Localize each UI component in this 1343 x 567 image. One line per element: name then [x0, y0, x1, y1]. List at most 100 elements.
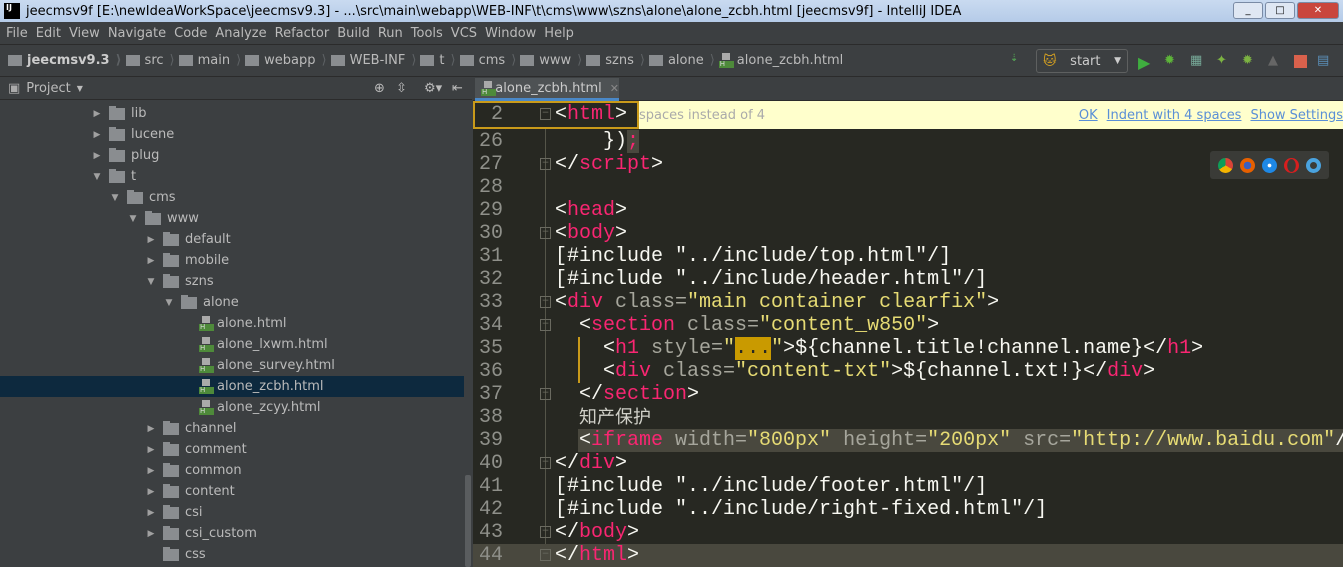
fold-icon[interactable]: −: [540, 158, 551, 170]
profile-icon[interactable]: ▲: [1268, 53, 1284, 69]
breadcrumb-alone[interactable]: alone ⟩: [648, 53, 715, 68]
menu-window[interactable]: Window: [481, 26, 540, 41]
jrebel-debug-icon[interactable]: ✹: [1242, 53, 1258, 69]
chevron-right-icon[interactable]: ▶: [145, 235, 157, 245]
chevron-right-icon[interactable]: ▶: [145, 256, 157, 266]
menu-navigate[interactable]: Navigate: [104, 26, 170, 41]
coverage-icon[interactable]: ▦: [1190, 53, 1206, 69]
close-button[interactable]: ✕: [1297, 2, 1339, 19]
tree-folder-item[interactable]: ▶ channel: [0, 418, 464, 439]
chevron-right-icon[interactable]: ▶: [145, 445, 157, 455]
menu-tools[interactable]: Tools: [407, 26, 447, 41]
tree-folder-item[interactable]: ▼ www: [0, 208, 464, 229]
chevron-right-icon[interactable]: ▶: [91, 130, 103, 140]
tree-file-item[interactable]: alone_zcyy.html: [0, 397, 464, 418]
indent-4-spaces-link[interactable]: Indent with 4 spaces: [1107, 108, 1242, 123]
tree-file-item[interactable]: alone_zcbh.html: [0, 376, 464, 397]
tree-folder-item[interactable]: ▼ t: [0, 166, 464, 187]
tree-folder-item[interactable]: ▶ content: [0, 481, 464, 502]
build-icon[interactable]: ⇣: [1010, 53, 1026, 69]
run-icon[interactable]: ▶: [1138, 53, 1154, 72]
chevron-down-icon[interactable]: ▼: [109, 193, 121, 203]
tree-folder-item[interactable]: ▶ lib: [0, 103, 464, 124]
menu-code[interactable]: Code: [170, 26, 211, 41]
project-panel-title[interactable]: Project: [26, 81, 70, 96]
hide-panel-icon[interactable]: ⇤: [452, 81, 463, 96]
fold-icon[interactable]: −: [540, 526, 551, 538]
firefox-icon[interactable]: [1239, 157, 1255, 173]
breadcrumb-webapp[interactable]: webapp ⟩: [245, 53, 327, 68]
chrome-icon[interactable]: [1217, 157, 1233, 173]
tree-folder-item[interactable]: ▼ szns: [0, 271, 464, 292]
chevron-right-icon[interactable]: ▶: [91, 109, 103, 119]
menu-refactor[interactable]: Refactor: [271, 26, 334, 41]
tree-file-item[interactable]: alone_lxwm.html: [0, 334, 464, 355]
menu-build[interactable]: Build: [333, 26, 374, 41]
fold-icon[interactable]: −: [540, 108, 551, 120]
ie-icon[interactable]: [1306, 157, 1322, 173]
close-tab-icon[interactable]: ✕: [610, 82, 619, 95]
fold-icon[interactable]: −: [540, 457, 551, 469]
chevron-down-icon[interactable]: ▼: [163, 298, 175, 308]
menu-run[interactable]: Run: [374, 26, 407, 41]
chevron-down-icon[interactable]: ▼: [145, 277, 157, 287]
tree-folder-item[interactable]: ▶ common: [0, 460, 464, 481]
tree-folder-item[interactable]: ▼ alone: [0, 292, 464, 313]
gear-icon[interactable]: ⚙▾: [424, 81, 442, 96]
breadcrumb-www[interactable]: www ⟩: [520, 53, 582, 68]
project-tree-scrollbar[interactable]: [464, 101, 472, 567]
chevron-down-icon[interactable]: ▼: [127, 214, 139, 224]
menu-help[interactable]: Help: [540, 26, 578, 41]
tree-folder-item[interactable]: ▶ mobile: [0, 250, 464, 271]
fold-icon[interactable]: −: [540, 227, 551, 239]
stop-icon[interactable]: [1294, 54, 1307, 68]
menu-file[interactable]: File: [2, 26, 32, 41]
debug-icon[interactable]: ✹: [1164, 53, 1180, 69]
chevron-right-icon[interactable]: ▶: [145, 508, 157, 518]
run-config-select[interactable]: 🐱 start ▼: [1036, 49, 1128, 73]
tree-folder-item[interactable]: ▶ lucene: [0, 124, 464, 145]
tree-folder-item[interactable]: ▶ comment: [0, 439, 464, 460]
jrebel-run-icon[interactable]: ✦: [1216, 53, 1232, 69]
chevron-right-icon[interactable]: ▶: [91, 151, 103, 161]
tree-file-item[interactable]: alone_survey.html: [0, 355, 464, 376]
ok-link[interactable]: OK: [1079, 108, 1098, 123]
chevron-right-icon[interactable]: ▶: [145, 487, 157, 497]
code-editor[interactable]: spaces instead of 4 OK Indent with 4 spa…: [473, 101, 1343, 567]
menu-vcs[interactable]: VCS: [447, 26, 481, 41]
fold-icon[interactable]: −: [540, 296, 551, 308]
tree-folder-item[interactable]: ▼ cms: [0, 187, 464, 208]
breadcrumb-src[interactable]: src ⟩: [125, 53, 175, 68]
breadcrumb-t[interactable]: t ⟩: [420, 53, 456, 68]
breadcrumb-alone-zcbh-html[interactable]: alone_zcbh.html: [718, 53, 843, 68]
menu-analyze[interactable]: Analyze: [211, 26, 270, 41]
menu-view[interactable]: View: [65, 26, 104, 41]
tree-folder-item[interactable]: ▶ csi_custom: [0, 523, 464, 544]
tab-alone-zcbh[interactable]: alone_zcbh.html ✕: [475, 78, 619, 101]
breadcrumb-szns[interactable]: szns ⟩: [586, 53, 645, 68]
breadcrumb-main[interactable]: main ⟩: [178, 53, 241, 68]
collapse-all-icon[interactable]: ⇳: [396, 81, 407, 96]
chevron-down-icon[interactable]: ▼: [77, 84, 83, 93]
minimize-button[interactable]: _: [1233, 2, 1263, 19]
safari-icon[interactable]: [1261, 157, 1277, 173]
breadcrumb-web-inf[interactable]: WEB-INF ⟩: [330, 53, 416, 68]
fold-icon[interactable]: −: [540, 319, 551, 331]
show-settings-link[interactable]: Show Settings: [1250, 108, 1343, 123]
chevron-down-icon[interactable]: ▼: [91, 172, 103, 182]
chevron-right-icon[interactable]: ▶: [145, 424, 157, 434]
maximize-button[interactable]: □: [1265, 2, 1295, 19]
fold-icon[interactable]: −: [540, 388, 551, 400]
breadcrumb-jeecmsv9-3[interactable]: jeecmsv9.3 ⟩: [8, 53, 122, 68]
tree-folder-item[interactable]: css: [0, 544, 464, 565]
opera-icon[interactable]: [1284, 157, 1300, 173]
tree-folder-item[interactable]: ▶ plug: [0, 145, 464, 166]
tree-folder-item[interactable]: ▶ default: [0, 229, 464, 250]
scroll-from-source-icon[interactable]: ⊕: [374, 81, 385, 96]
tree-file-item[interactable]: alone.html: [0, 313, 464, 334]
chevron-right-icon[interactable]: ▶: [145, 529, 157, 539]
tree-folder-item[interactable]: ▶ csi: [0, 502, 464, 523]
chevron-right-icon[interactable]: ▶: [145, 466, 157, 476]
breadcrumb-cms[interactable]: cms ⟩: [459, 53, 516, 68]
menu-edit[interactable]: Edit: [32, 26, 65, 41]
